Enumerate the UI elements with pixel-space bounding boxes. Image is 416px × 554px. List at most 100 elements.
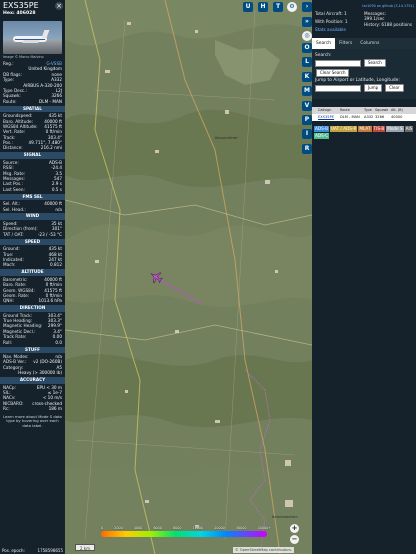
clear-jump-button[interactable]: Clear [385,84,404,93]
map-view[interactable]: Nossentiner Kaiserslautern U H T ⚙ › » ◎… [65,0,312,554]
section-header-stuff: STUFF [0,346,65,354]
info-value: 186 m [48,406,62,412]
photo-plane-stripe [15,39,45,40]
clear-search-button[interactable]: Clear Search [316,69,350,78]
pos-epoch-label: Pos. epoch: [2,548,25,553]
map-place-label-2: Kaiserslautern [272,515,298,519]
search-area: Search: Search Clear Search Jump to Airp… [312,48,416,99]
info-key: Roll: [3,339,13,345]
map-button-p[interactable]: P [302,115,312,125]
callsign-row: EXS35PE × [0,0,65,11]
github-link[interactable]: tar1090 on github (3.14.1751) [312,0,416,11]
stats-block: Total Aircraft: 1 With Position: 1 Messa… [312,11,416,27]
table-row[interactable]: EXS35PE DLM - MAN A332 3266 40000 [312,113,416,121]
map-button-l[interactable]: L [302,57,312,67]
info-row: Route: DLM - MAN [0,99,65,104]
source-legend: ADS-B UAT / ADS-R MLAT TIS-B Mode S AIS ADS-C [312,121,416,139]
altitude-color-scale [101,531,267,537]
scale-line: 2 km [75,544,95,551]
info-key: Route: [3,98,17,104]
info-sections: SPATIAL Groundspeed: 435 kt Baro. Altitude:… [0,105,65,412]
column-header[interactable]: Alt. (ft) [391,107,416,114]
jump-button[interactable]: Jump [364,84,383,93]
info-row: Sel. Head.: n/a [0,207,65,212]
map-button-m[interactable]: M [302,86,312,96]
legend-item: MLAT [358,125,372,132]
map-button-v[interactable]: V [302,101,312,111]
aircraft-photo[interactable] [3,21,62,54]
aircraft-icon[interactable] [148,269,165,286]
info-value: 0.812 [50,262,62,268]
column-header[interactable]: Squawk [375,107,391,114]
altitude-scale-label: 20000 [214,526,225,530]
search-button[interactable]: Search [364,59,386,68]
info-row: Mach: 0.812 [0,262,65,267]
map-button-h[interactable]: H [258,2,268,12]
legend-item: AIS [404,125,414,132]
aircraft-table: Callsign Route Type Squawk Alt. (ft) EXS35PE… [312,106,416,121]
jump-input[interactable] [315,84,361,92]
table-cell: 3266 [375,114,385,119]
map-button-o[interactable]: O [302,43,312,53]
search-label: Search: [315,52,332,58]
search-input[interactable] [315,59,361,67]
table-header: Callsign Route Type Squawk Alt. (ft) [312,106,416,114]
stats-link-text[interactable]: Stats available [315,27,346,32]
callsign-cell[interactable]: EXS35PE [318,114,340,121]
info-key: Last Seen: [3,186,25,192]
table-cell: 40000 [391,114,403,119]
section-header-fms-sel: FMS SEL [0,193,65,201]
info-value: 0.0 [55,339,62,345]
section-header-wind: WIND [0,213,65,220]
selected-callsign: EXS35PE [3,1,39,10]
photo-plane-tail [41,30,50,38]
section-header-altitude: ALTITUDE [0,269,65,276]
section-header-direction: DIRECTION [0,305,65,312]
settings-icon[interactable]: ⚙ [287,2,297,12]
legend-item: Mode S [386,125,404,132]
column-header[interactable]: Callsign [318,107,340,114]
altitude-scale-label: 6000 [153,526,162,530]
close-icon[interactable]: × [55,2,63,10]
info-key: Rc: [3,406,10,412]
altitude-scale-label: 0 [101,526,104,530]
section-header-speed: SPEED [0,238,65,246]
recenter-icon[interactable]: ◎ [302,31,312,41]
map-button-k[interactable]: K [302,72,312,82]
info-key: QNH: [3,298,14,304]
info-key: TAT / OAT: [3,231,24,237]
info-row: Roll: 0.0 [0,340,65,345]
map-button-u[interactable]: U [243,2,253,12]
altitude-scale-label: 4000 [133,526,143,530]
with-position-value: 1 [344,19,348,25]
column-header[interactable]: Route [340,107,364,114]
info-key: Type: [3,77,15,83]
map-button-t[interactable]: T [273,2,283,12]
tab-columns[interactable]: Columns [356,38,383,49]
legend-item: TIS-B [372,125,386,132]
stats-link[interactable]: Stats available [312,27,416,32]
section-header-signal: SIGNAL [0,152,65,159]
zoom-in-button[interactable]: + [290,524,299,533]
table-cell: A332 [364,114,374,119]
tab-filters[interactable]: Filters [335,38,356,49]
photo-credit[interactable]: Image © Marco Malvino [0,54,65,61]
tab-search[interactable]: Search [312,37,336,49]
collapse-sidebar-button[interactable]: › [302,2,312,12]
info-value: 216.2 nmi [40,145,62,151]
info-note: Learn more about Mode S data type by hov… [3,413,62,429]
jump-label: Jump to Airport or Latitude, Longitude: [315,78,400,84]
info-key: Sel. Head.: [3,206,26,212]
map-button-i[interactable]: I [302,129,312,139]
aircraft-track [154,276,203,305]
altitude-scale-label: 2000 [114,526,123,530]
map-button-r[interactable]: R [302,144,312,154]
pos-epoch-value: 1758598655 [37,548,63,553]
aircraft-track-layer [148,269,203,305]
expand-sidebar-button[interactable]: » [302,17,312,27]
column-header[interactable]: Type [364,107,375,114]
info-value: 1013.6 hPa [38,298,62,304]
zoom-out-button[interactable]: − [290,535,299,544]
map-attribution[interactable]: © OpenStreetMap contributors. [233,547,294,553]
info-value: DLM - MAN [39,98,62,104]
